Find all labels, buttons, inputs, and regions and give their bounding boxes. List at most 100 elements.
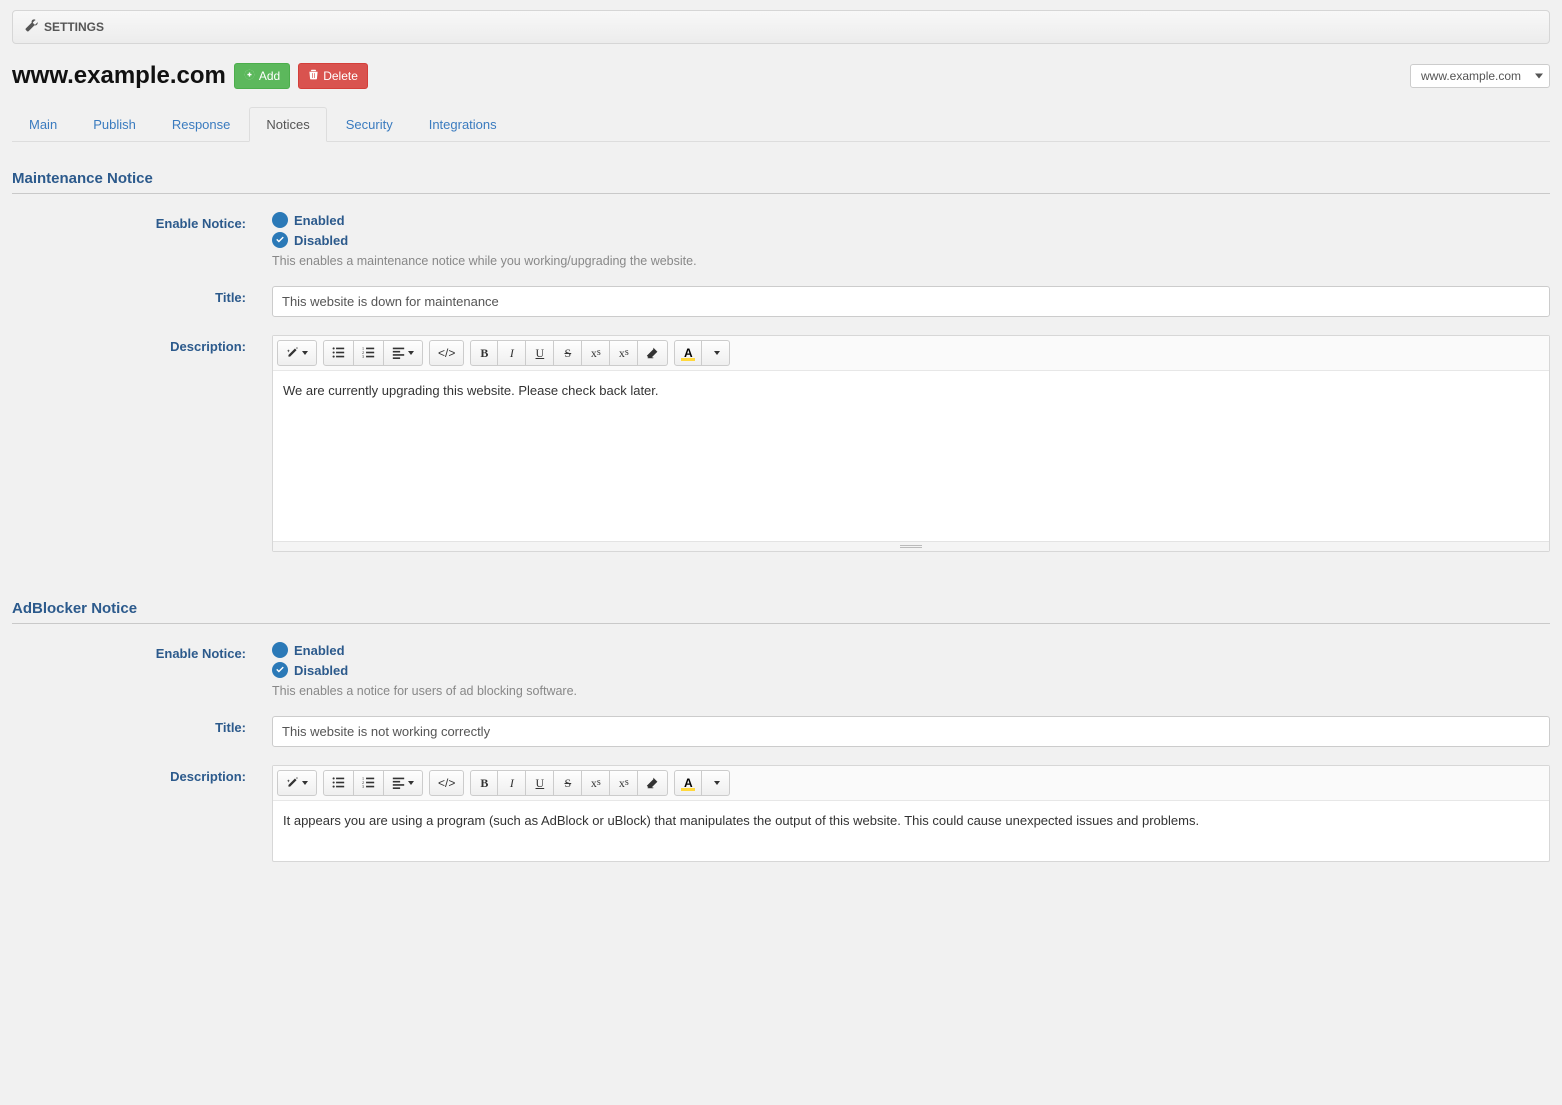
field-maint-title xyxy=(272,286,1550,317)
radio-maint-enabled-label: Enabled xyxy=(294,213,345,228)
paragraph-button[interactable] xyxy=(384,770,423,796)
site-selector[interactable]: www.example.com xyxy=(1410,64,1550,88)
editor-maint: 123 </> B I U S xs xyxy=(272,335,1550,552)
label-ab-enable: Enable Notice: xyxy=(12,642,272,661)
font-color-button[interactable]: A xyxy=(674,770,702,796)
svg-text:3: 3 xyxy=(362,354,364,359)
superscript-button[interactable]: xs xyxy=(582,770,610,796)
unordered-list-button[interactable] xyxy=(323,770,354,796)
row-ab-enable: Enable Notice: Enabled Disabled This ena… xyxy=(12,642,1550,698)
section-adblocker: AdBlocker Notice Enable Notice: Enabled … xyxy=(12,600,1550,862)
underline-button[interactable]: U xyxy=(526,770,554,796)
site-title: www.example.com xyxy=(12,62,226,90)
header-left: www.example.com Add Delete xyxy=(12,62,368,90)
tab-security[interactable]: Security xyxy=(329,107,410,142)
wrench-icon xyxy=(25,19,38,35)
help-ab-enable: This enables a notice for users of ad bl… xyxy=(272,684,1550,698)
ordered-list-button[interactable]: 123 xyxy=(354,770,384,796)
trash-icon xyxy=(308,69,319,83)
align-left-icon xyxy=(392,776,405,791)
field-maint-enable: Enabled Disabled This enables a maintena… xyxy=(272,212,1550,268)
radio-ab-disabled[interactable]: Disabled xyxy=(272,662,1550,678)
row-ab-description: Description: 123 xyxy=(12,765,1550,862)
tab-notices[interactable]: Notices xyxy=(249,107,326,142)
subscript-button[interactable]: xs xyxy=(610,770,638,796)
tab-response[interactable]: Response xyxy=(155,107,248,142)
superscript-button[interactable]: xs xyxy=(582,340,610,366)
clear-formatting-button[interactable] xyxy=(638,770,668,796)
unordered-list-button[interactable] xyxy=(323,340,354,366)
radio-ab-enabled-label: Enabled xyxy=(294,643,345,658)
list-ol-icon: 123 xyxy=(362,776,375,791)
svg-text:3: 3 xyxy=(362,784,364,789)
section-title-maintenance: Maintenance Notice xyxy=(12,170,1550,194)
clear-formatting-button[interactable] xyxy=(638,340,668,366)
delete-button[interactable]: Delete xyxy=(298,63,368,89)
radio-dot-icon xyxy=(272,642,288,658)
font-color-button[interactable]: A xyxy=(674,340,702,366)
label-maint-enable: Enable Notice: xyxy=(12,212,272,231)
panel-heading: SETTINGS xyxy=(12,10,1550,44)
chevron-down-icon xyxy=(408,351,414,355)
strikethrough-button[interactable]: S xyxy=(554,770,582,796)
italic-button[interactable]: I xyxy=(498,340,526,366)
editor-maint-resize[interactable] xyxy=(273,541,1549,551)
section-title-adblocker: AdBlocker Notice xyxy=(12,600,1550,624)
panel-body: www.example.com Add Delete www.example.c… xyxy=(12,44,1550,862)
tab-integrations[interactable]: Integrations xyxy=(412,107,514,142)
paragraph-button[interactable] xyxy=(384,340,423,366)
editor-maint-content[interactable]: We are currently upgrading this website.… xyxy=(273,371,1549,541)
field-ab-description: 123 </> B I U S xs xyxy=(272,765,1550,862)
section-maintenance: Maintenance Notice Enable Notice: Enable… xyxy=(12,170,1550,552)
row-ab-title: Title: xyxy=(12,716,1550,747)
input-ab-title[interactable] xyxy=(272,716,1550,747)
list-ul-icon xyxy=(332,346,345,361)
label-ab-title: Title: xyxy=(12,716,272,735)
delete-button-label: Delete xyxy=(323,69,358,83)
bold-button[interactable]: B xyxy=(470,340,498,366)
editor-ab-content[interactable]: It appears you are using a program (such… xyxy=(273,801,1549,861)
add-button[interactable]: Add xyxy=(234,63,290,89)
eraser-icon xyxy=(646,776,659,791)
row-maint-enable: Enable Notice: Enabled Disabled This ena… xyxy=(12,212,1550,268)
radio-maint-enabled[interactable]: Enabled xyxy=(272,212,1550,228)
radio-ab-enabled[interactable]: Enabled xyxy=(272,642,1550,658)
nav-tabs: Main Publish Response Notices Security I… xyxy=(12,106,1550,142)
codeview-button[interactable]: </> xyxy=(429,340,464,366)
style-button[interactable] xyxy=(277,340,317,366)
tab-main[interactable]: Main xyxy=(12,107,74,142)
editor-ab-toolbar: 123 </> B I U S xs xyxy=(273,766,1549,801)
color-swatch-icon xyxy=(681,358,695,361)
radio-ab-disabled-label: Disabled xyxy=(294,663,348,678)
font-color-more-button[interactable] xyxy=(702,770,730,796)
strikethrough-button[interactable]: S xyxy=(554,340,582,366)
panel-title: SETTINGS xyxy=(44,20,104,34)
radio-check-icon xyxy=(272,662,288,678)
radio-maint-disabled-label: Disabled xyxy=(294,233,348,248)
radio-maint-disabled[interactable]: Disabled xyxy=(272,232,1550,248)
input-maint-title[interactable] xyxy=(272,286,1550,317)
magic-wand-icon xyxy=(286,776,299,791)
italic-button[interactable]: I xyxy=(498,770,526,796)
chevron-down-icon xyxy=(302,351,308,355)
font-color-more-button[interactable] xyxy=(702,340,730,366)
label-maint-title: Title: xyxy=(12,286,272,305)
chevron-down-icon xyxy=(302,781,308,785)
ordered-list-button[interactable]: 123 xyxy=(354,340,384,366)
field-maint-description: 123 </> B I U S xs xyxy=(272,335,1550,552)
label-maint-description: Description: xyxy=(12,335,272,354)
codeview-button[interactable]: </> xyxy=(429,770,464,796)
editor-maint-toolbar: 123 </> B I U S xs xyxy=(273,336,1549,371)
subscript-button[interactable]: xs xyxy=(610,340,638,366)
chevron-down-icon xyxy=(714,781,720,785)
bold-button[interactable]: B xyxy=(470,770,498,796)
color-swatch-icon xyxy=(681,788,695,791)
tab-publish[interactable]: Publish xyxy=(76,107,153,142)
list-ul-icon xyxy=(332,776,345,791)
settings-page: SETTINGS www.example.com Add Delete xyxy=(0,0,1562,1105)
underline-button[interactable]: U xyxy=(526,340,554,366)
style-button[interactable] xyxy=(277,770,317,796)
list-ol-icon: 123 xyxy=(362,346,375,361)
chevron-down-icon xyxy=(714,351,720,355)
header-row: www.example.com Add Delete www.example.c… xyxy=(12,54,1550,100)
